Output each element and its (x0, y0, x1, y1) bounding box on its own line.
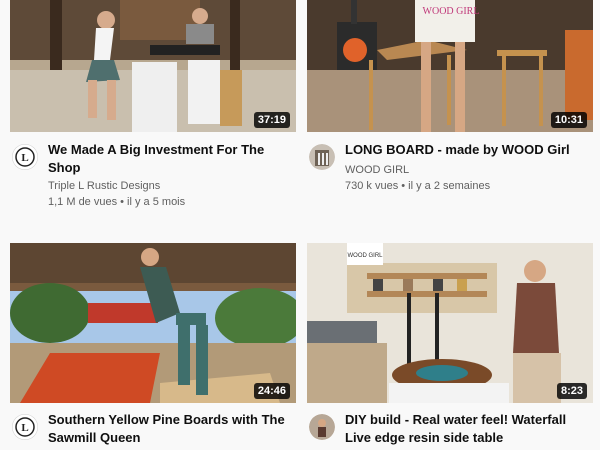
video-duration: 24:46 (253, 383, 290, 399)
video-thumbnail[interactable]: 24:46 (10, 243, 296, 403)
svg-text:WOOD GIRL: WOOD GIRL (423, 6, 480, 17)
channel-avatar[interactable] (309, 144, 335, 170)
video-duration: 10:31 (550, 112, 587, 128)
video-thumbnail[interactable]: WOOD GIRL 10:31 (307, 0, 593, 132)
channel-name[interactable]: WOOD GIRL (345, 164, 409, 176)
video-thumbnail[interactable]: 37:19 (10, 0, 296, 132)
video-title[interactable]: We Made A Big Investment For The Shop (48, 141, 293, 177)
svg-text:WOOD GIRL: WOOD GIRL (347, 253, 383, 259)
video-title-line: Live edge resin side table (345, 430, 504, 445)
thumbnail-image (10, 243, 296, 403)
video-title-line: Shop (48, 160, 81, 175)
channel-avatar[interactable] (309, 414, 335, 440)
video-title[interactable]: DIY build - Real water feel! Waterfall L… (345, 411, 590, 447)
video-title[interactable]: LONG BOARD - made by WOOD Girl (345, 141, 590, 159)
thumbnail-image (10, 0, 296, 132)
video-duration: 37:19 (253, 112, 290, 128)
svg-text:L: L (21, 152, 28, 164)
thumbnail-image: WOOD GIRL (307, 0, 593, 132)
channel-avatar[interactable]: L (12, 144, 38, 170)
video-title-line: Southern Yellow Pine Boards with The (48, 412, 285, 427)
channel-avatar[interactable]: L (12, 414, 38, 440)
video-meta: 1,1 M de vues • il y a 5 mois (48, 196, 186, 208)
video-title[interactable]: Southern Yellow Pine Boards with The Saw… (48, 411, 293, 447)
video-title-line: Sawmill Queen (48, 430, 141, 445)
video-duration: 8:23 (556, 383, 587, 399)
video-meta: 730 k vues • il y a 2 semaines (345, 180, 491, 192)
thumbnail-image: WOOD GIRL (307, 243, 593, 403)
svg-text:L: L (21, 422, 28, 434)
video-thumbnail[interactable]: WOOD GIRL 8:23 (307, 243, 593, 403)
video-title-line: We Made A Big Investment For The (48, 142, 265, 157)
video-title-line: LONG BOARD - made by WOOD Girl (345, 142, 570, 157)
video-title-line: DIY build - Real water feel! Waterfall (345, 412, 567, 427)
channel-name[interactable]: Triple L Rustic Designs (48, 180, 160, 192)
